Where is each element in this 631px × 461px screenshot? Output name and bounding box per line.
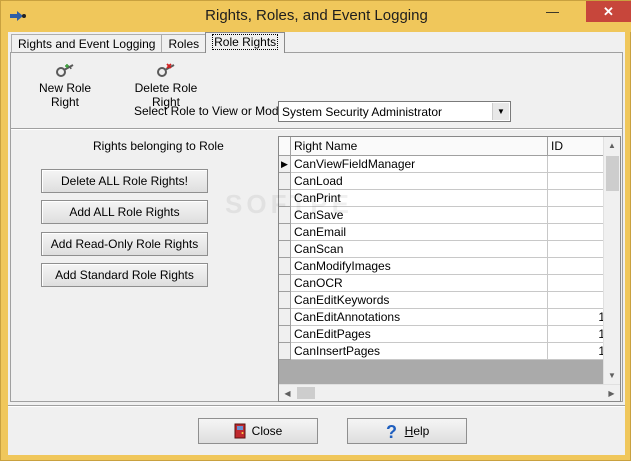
add-readonly-role-rights-button[interactable]: Add Read-Only Role Rights <box>41 232 208 256</box>
delete-role-right-button[interactable]: Delete Role Right <box>121 63 211 109</box>
tab-label: Roles <box>168 37 200 51</box>
row-indicator[interactable] <box>279 326 291 343</box>
right-name-cell[interactable]: CanModifyImages <box>291 258 548 275</box>
right-name-cell[interactable]: CanEditPages <box>291 326 548 343</box>
tab-label: Role Rights <box>212 34 279 50</box>
vertical-scrollbar[interactable]: ▲ ▼ <box>603 137 620 384</box>
table-row[interactable]: CanPrint <box>279 190 609 207</box>
delete-all-role-rights-button[interactable]: Delete ALL Role Rights! <box>41 169 208 193</box>
delete-key-icon <box>157 63 175 77</box>
row-indicator[interactable] <box>279 258 291 275</box>
role-rights-panel: New Role Right Delete Role Right Select … <box>10 52 623 402</box>
close-window-button[interactable]: ✕ <box>586 1 631 22</box>
vertical-scroll-thumb[interactable] <box>606 156 619 191</box>
close-button-label: Close <box>251 424 283 438</box>
current-row-indicator-icon[interactable]: ▶ <box>279 156 291 173</box>
right-name-cell[interactable]: CanEmail <box>291 224 548 241</box>
right-name-cell[interactable]: CanEditAnnotations <box>291 309 548 326</box>
row-indicator[interactable] <box>279 292 291 309</box>
tab-roles[interactable]: Roles <box>161 34 207 53</box>
close-button[interactable]: Close <box>198 418 318 444</box>
footer-divider <box>8 405 625 407</box>
right-name-cell[interactable]: CanEditKeywords <box>291 292 548 309</box>
table-row[interactable]: CanLoad <box>279 173 609 190</box>
minimize-button[interactable]: — <box>539 1 566 22</box>
role-dropdown[interactable]: System Security Administrator ▼ <box>278 101 511 122</box>
row-indicator[interactable] <box>279 190 291 207</box>
right-name-cell[interactable]: CanScan <box>291 241 548 258</box>
id-cell[interactable] <box>548 224 609 241</box>
tab-strip: Rights and Event Logging Roles Role Righ… <box>11 32 286 53</box>
title-bar[interactable]: Rights, Roles, and Event Logging — ✕ <box>1 1 631 32</box>
right-name-cell[interactable]: CanViewFieldManager <box>291 156 548 173</box>
column-header-id[interactable]: ID <box>548 137 609 156</box>
grid-rows: ▶ CanViewFieldManager CanLoad CanPrint CanSa… <box>279 156 609 360</box>
id-cell[interactable] <box>548 275 609 292</box>
add-all-role-rights-button[interactable]: Add ALL Role Rights <box>41 200 208 224</box>
column-header-right-name[interactable]: Right Name <box>291 137 548 156</box>
chevron-down-icon[interactable]: ▼ <box>492 103 509 120</box>
right-name-cell[interactable]: CanLoad <box>291 173 548 190</box>
horizontal-scrollbar[interactable]: ◀ ▶ <box>279 384 620 401</box>
right-name-cell[interactable]: CanInsertPages <box>291 343 548 360</box>
scroll-up-icon[interactable]: ▲ <box>604 137 620 154</box>
select-role-label: Select Role to View or Modify <box>134 104 291 118</box>
table-row[interactable]: CanEditPages 1 <box>279 326 609 343</box>
id-cell[interactable]: 1 <box>548 343 609 360</box>
tab-rights-and-event-logging[interactable]: Rights and Event Logging <box>11 34 163 53</box>
right-name-cell[interactable]: CanPrint <box>291 190 548 207</box>
row-indicator[interactable] <box>279 224 291 241</box>
new-key-icon <box>56 64 74 77</box>
scroll-right-icon[interactable]: ▶ <box>603 385 620 401</box>
window-title: Rights, Roles, and Event Logging <box>205 7 428 24</box>
id-cell[interactable]: 1 <box>548 326 609 343</box>
tab-label: Rights and Event Logging <box>18 37 156 51</box>
table-row[interactable]: ▶ CanViewFieldManager <box>279 156 609 173</box>
row-indicator[interactable] <box>279 275 291 292</box>
help-button[interactable]: ? Help <box>347 418 467 444</box>
id-cell[interactable] <box>548 173 609 190</box>
table-row[interactable]: CanOCR <box>279 275 609 292</box>
table-row[interactable]: CanScan <box>279 241 609 258</box>
question-mark-icon: ? <box>386 422 397 440</box>
rights-grid[interactable]: Right Name ID ▶ CanViewFieldManager CanLoa… <box>278 136 621 402</box>
new-role-right-button[interactable]: New Role Right <box>25 63 105 109</box>
row-indicator[interactable] <box>279 173 291 190</box>
scroll-down-icon[interactable]: ▼ <box>604 367 620 384</box>
horizontal-scroll-thumb[interactable] <box>297 387 315 399</box>
row-indicator-header <box>279 137 291 156</box>
id-cell[interactable] <box>548 156 609 173</box>
rights-belonging-label: Rights belonging to Role <box>93 139 224 153</box>
id-cell[interactable] <box>548 190 609 207</box>
scroll-left-icon[interactable]: ◀ <box>279 385 296 401</box>
table-row[interactable]: CanSave <box>279 207 609 224</box>
add-standard-role-rights-button[interactable]: Add Standard Role Rights <box>41 263 208 287</box>
dialog-client: Rights and Event Logging Roles Role Righ… <box>8 32 625 455</box>
help-button-label: Help <box>404 424 430 438</box>
row-indicator[interactable] <box>279 309 291 326</box>
section-divider <box>11 128 622 130</box>
right-name-cell[interactable]: CanOCR <box>291 275 548 292</box>
role-dropdown-value: System Security Administrator <box>282 105 443 119</box>
id-cell[interactable] <box>548 207 609 224</box>
row-indicator[interactable] <box>279 241 291 258</box>
svg-text:?: ? <box>386 422 397 440</box>
new-role-right-label: New Role Right <box>38 81 92 109</box>
right-name-cell[interactable]: CanSave <box>291 207 548 224</box>
id-cell[interactable] <box>548 258 609 275</box>
table-row[interactable]: CanEditAnnotations 1 <box>279 309 609 326</box>
id-cell[interactable] <box>548 292 609 309</box>
table-row[interactable]: CanEmail <box>279 224 609 241</box>
id-cell[interactable] <box>548 241 609 258</box>
table-row[interactable]: CanInsertPages 1 <box>279 343 609 360</box>
table-row[interactable]: CanEditKeywords <box>279 292 609 309</box>
table-row[interactable]: CanModifyImages <box>279 258 609 275</box>
grid-header: Right Name ID <box>279 137 609 156</box>
door-icon <box>234 423 246 439</box>
id-cell[interactable]: 1 <box>548 309 609 326</box>
row-indicator[interactable] <box>279 343 291 360</box>
app-window: Rights, Roles, and Event Logging — ✕ Rig… <box>0 0 631 461</box>
row-indicator[interactable] <box>279 207 291 224</box>
tab-role-rights[interactable]: Role Rights <box>205 32 286 53</box>
